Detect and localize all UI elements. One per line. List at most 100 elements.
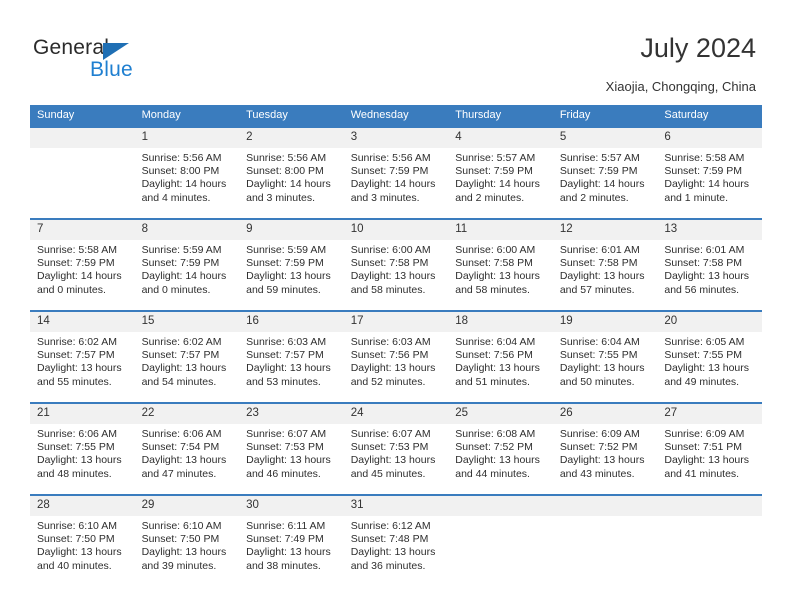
sunrise-text: Sunrise: 5:59 AM bbox=[141, 244, 222, 256]
day-info: Sunrise: 6:06 AM Sunset: 7:55 PM Dayligh… bbox=[30, 424, 135, 481]
daylight-text: Daylight: 13 hours and 39 minutes. bbox=[141, 546, 227, 572]
day-info: Sunrise: 6:03 AM Sunset: 7:56 PM Dayligh… bbox=[344, 332, 449, 389]
sunrise-text: Sunrise: 5:57 AM bbox=[559, 152, 640, 164]
calendar-week-row: 28 Sunrise: 6:10 AM Sunset: 7:50 PM Dayl… bbox=[30, 494, 762, 586]
sunset-text: Sunset: 7:58 PM bbox=[559, 257, 638, 270]
daylight-text: Daylight: 14 hours and 0 minutes. bbox=[141, 270, 227, 296]
day-cell[interactable]: 11 Sunrise: 6:00 AM Sunset: 7:58 PM Dayl… bbox=[448, 218, 553, 311]
day-cell[interactable] bbox=[30, 126, 135, 219]
day-cell[interactable]: 25 Sunrise: 6:08 AM Sunset: 7:52 PM Dayl… bbox=[448, 402, 553, 495]
day-cell[interactable] bbox=[552, 494, 658, 586]
day-number: 25 bbox=[448, 404, 553, 424]
day-cell[interactable]: 15 Sunrise: 6:02 AM Sunset: 7:57 PM Dayl… bbox=[134, 310, 240, 403]
day-cell[interactable]: 24 Sunrise: 6:07 AM Sunset: 7:53 PM Dayl… bbox=[343, 402, 449, 495]
day-cell[interactable]: 28 Sunrise: 6:10 AM Sunset: 7:50 PM Dayl… bbox=[30, 494, 135, 586]
day-info: Sunrise: 5:57 AM Sunset: 7:59 PM Dayligh… bbox=[448, 148, 553, 205]
sunrise-text: Sunrise: 5:57 AM bbox=[455, 152, 536, 164]
day-info: Sunrise: 6:00 AM Sunset: 7:58 PM Dayligh… bbox=[448, 240, 553, 297]
sunset-text: Sunset: 8:00 PM bbox=[246, 165, 324, 178]
day-info: Sunrise: 6:02 AM Sunset: 7:57 PM Dayligh… bbox=[30, 332, 135, 389]
day-cell[interactable]: 10 Sunrise: 6:00 AM Sunset: 7:58 PM Dayl… bbox=[343, 218, 449, 311]
day-number: 4 bbox=[448, 128, 553, 148]
sunset-text: Sunset: 7:57 PM bbox=[37, 349, 115, 362]
sunrise-text: Sunrise: 6:09 AM bbox=[559, 428, 640, 440]
day-cell[interactable] bbox=[448, 494, 553, 586]
day-cell[interactable]: 29 Sunrise: 6:10 AM Sunset: 7:50 PM Dayl… bbox=[134, 494, 240, 586]
day-cell[interactable]: 7 Sunrise: 5:58 AM Sunset: 7:59 PM Dayli… bbox=[30, 218, 135, 311]
day-cell[interactable]: 8 Sunrise: 5:59 AM Sunset: 7:59 PM Dayli… bbox=[134, 218, 240, 311]
daylight-text: Daylight: 13 hours and 43 minutes. bbox=[559, 454, 645, 480]
sunset-text: Sunset: 7:50 PM bbox=[141, 533, 220, 546]
sunset-text: Sunset: 7:56 PM bbox=[350, 349, 429, 362]
daylight-text: Daylight: 13 hours and 58 minutes. bbox=[455, 270, 540, 296]
day-cell[interactable]: 5 Sunrise: 5:57 AM Sunset: 7:59 PM Dayli… bbox=[552, 126, 658, 219]
daylight-text: Daylight: 13 hours and 58 minutes. bbox=[350, 270, 436, 296]
sunrise-text: Sunrise: 6:02 AM bbox=[37, 336, 117, 348]
sunrise-text: Sunrise: 6:05 AM bbox=[664, 336, 745, 348]
day-number: 30 bbox=[239, 496, 344, 516]
day-cell[interactable]: 6 Sunrise: 5:58 AM Sunset: 7:59 PM Dayli… bbox=[657, 126, 762, 219]
sunrise-text: Sunrise: 6:06 AM bbox=[37, 428, 117, 440]
day-cell[interactable]: 20 Sunrise: 6:05 AM Sunset: 7:55 PM Dayl… bbox=[657, 310, 762, 403]
sunset-text: Sunset: 7:59 PM bbox=[350, 165, 429, 178]
day-number: 2 bbox=[239, 128, 344, 148]
day-cell[interactable]: 21 Sunrise: 6:06 AM Sunset: 7:55 PM Dayl… bbox=[30, 402, 135, 495]
day-info: Sunrise: 6:01 AM Sunset: 7:58 PM Dayligh… bbox=[553, 240, 658, 297]
sunset-text: Sunset: 7:57 PM bbox=[246, 349, 324, 362]
day-cell[interactable]: 23 Sunrise: 6:07 AM Sunset: 7:53 PM Dayl… bbox=[239, 402, 344, 495]
day-number: 19 bbox=[552, 312, 658, 332]
day-cell[interactable]: 16 Sunrise: 6:03 AM Sunset: 7:57 PM Dayl… bbox=[239, 310, 344, 403]
daylight-text: Daylight: 13 hours and 53 minutes. bbox=[246, 362, 331, 388]
day-cell[interactable]: 18 Sunrise: 6:04 AM Sunset: 7:56 PM Dayl… bbox=[448, 310, 553, 403]
sunrise-text: Sunrise: 5:56 AM bbox=[246, 152, 327, 164]
daylight-text: Daylight: 14 hours and 2 minutes. bbox=[455, 178, 540, 204]
calendar-week-row: 21 Sunrise: 6:06 AM Sunset: 7:55 PM Dayl… bbox=[30, 402, 762, 495]
day-cell[interactable]: 14 Sunrise: 6:02 AM Sunset: 7:57 PM Dayl… bbox=[30, 310, 135, 403]
weekday-header-wednesday: Wednesday bbox=[343, 105, 449, 127]
day-number: 8 bbox=[134, 220, 240, 240]
sunset-text: Sunset: 7:57 PM bbox=[141, 349, 220, 362]
day-number bbox=[657, 496, 762, 516]
sunset-text: Sunset: 7:59 PM bbox=[455, 165, 533, 178]
sunrise-text: Sunrise: 5:58 AM bbox=[664, 152, 745, 164]
day-number: 6 bbox=[657, 128, 762, 148]
day-cell[interactable]: 30 Sunrise: 6:11 AM Sunset: 7:49 PM Dayl… bbox=[239, 494, 344, 586]
day-number: 22 bbox=[134, 404, 240, 424]
day-cell[interactable]: 12 Sunrise: 6:01 AM Sunset: 7:58 PM Dayl… bbox=[552, 218, 658, 311]
day-cell[interactable]: 19 Sunrise: 6:04 AM Sunset: 7:55 PM Dayl… bbox=[552, 310, 658, 403]
daylight-text: Daylight: 13 hours and 48 minutes. bbox=[37, 454, 122, 480]
day-info: Sunrise: 6:10 AM Sunset: 7:50 PM Dayligh… bbox=[30, 516, 135, 573]
day-number bbox=[552, 496, 658, 516]
page-subtitle-location: Xiaojia, Chongqing, China bbox=[605, 79, 756, 94]
weekday-header-friday: Friday bbox=[552, 105, 658, 127]
day-cell[interactable]: 2 Sunrise: 5:56 AM Sunset: 8:00 PM Dayli… bbox=[239, 126, 344, 219]
day-cell[interactable]: 1 Sunrise: 5:56 AM Sunset: 8:00 PM Dayli… bbox=[134, 126, 240, 219]
day-cell[interactable]: 3 Sunrise: 5:56 AM Sunset: 7:59 PM Dayli… bbox=[343, 126, 449, 219]
day-info: Sunrise: 6:07 AM Sunset: 7:53 PM Dayligh… bbox=[344, 424, 449, 481]
day-cell[interactable]: 17 Sunrise: 6:03 AM Sunset: 7:56 PM Dayl… bbox=[343, 310, 449, 403]
day-number: 15 bbox=[134, 312, 240, 332]
sunset-text: Sunset: 7:59 PM bbox=[559, 165, 638, 178]
day-cell[interactable]: 31 Sunrise: 6:12 AM Sunset: 7:48 PM Dayl… bbox=[343, 494, 449, 586]
day-info: Sunrise: 5:56 AM Sunset: 8:00 PM Dayligh… bbox=[135, 148, 240, 205]
day-cell[interactable]: 27 Sunrise: 6:09 AM Sunset: 7:51 PM Dayl… bbox=[657, 402, 762, 495]
daylight-text: Daylight: 13 hours and 49 minutes. bbox=[664, 362, 750, 388]
day-cell[interactable]: 13 Sunrise: 6:01 AM Sunset: 7:58 PM Dayl… bbox=[657, 218, 762, 311]
day-number: 27 bbox=[657, 404, 762, 424]
day-cell[interactable]: 26 Sunrise: 6:09 AM Sunset: 7:52 PM Dayl… bbox=[552, 402, 658, 495]
sunrise-text: Sunrise: 5:58 AM bbox=[37, 244, 117, 256]
day-number: 14 bbox=[30, 312, 135, 332]
sunrise-text: Sunrise: 6:01 AM bbox=[664, 244, 745, 256]
calendar-body: 1 Sunrise: 5:56 AM Sunset: 8:00 PM Dayli… bbox=[30, 126, 762, 586]
day-info: Sunrise: 6:10 AM Sunset: 7:50 PM Dayligh… bbox=[135, 516, 240, 573]
day-cell[interactable]: 4 Sunrise: 5:57 AM Sunset: 7:59 PM Dayli… bbox=[448, 126, 553, 219]
daylight-text: Daylight: 13 hours and 46 minutes. bbox=[246, 454, 331, 480]
day-number: 21 bbox=[30, 404, 135, 424]
day-cell[interactable] bbox=[657, 494, 762, 586]
day-number: 10 bbox=[343, 220, 449, 240]
day-cell[interactable]: 22 Sunrise: 6:06 AM Sunset: 7:54 PM Dayl… bbox=[134, 402, 240, 495]
day-number: 31 bbox=[343, 496, 449, 516]
logo-text-general: General bbox=[33, 36, 110, 59]
day-cell[interactable]: 9 Sunrise: 5:59 AM Sunset: 7:59 PM Dayli… bbox=[239, 218, 344, 311]
daylight-text: Daylight: 13 hours and 59 minutes. bbox=[246, 270, 331, 296]
